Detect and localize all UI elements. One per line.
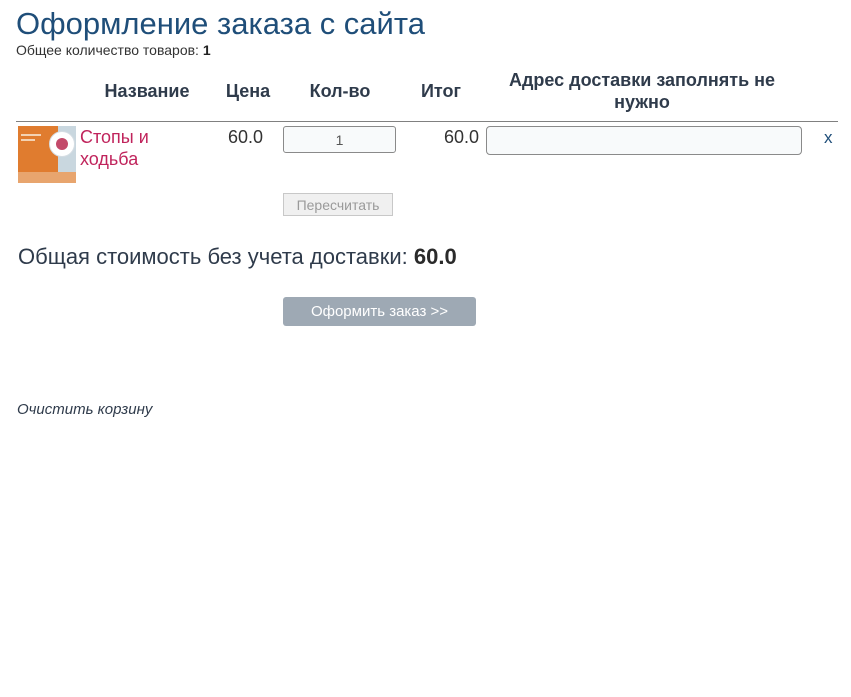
column-header-price: Цена [225, 81, 271, 101]
logo-icon [49, 131, 75, 157]
checkout-button[interactable]: Оформить заказ >> [283, 297, 476, 326]
grand-total-label: Общая стоимость без учета доставки: [18, 244, 408, 269]
total-items-count: Общее количество товаров: 1 [16, 42, 211, 58]
clear-cart-link[interactable]: Очистить корзину [17, 401, 152, 418]
quantity-input[interactable] [283, 126, 396, 153]
product-price: 60.0 [228, 127, 264, 147]
column-header-name: Название [104, 81, 190, 101]
header-divider [16, 121, 838, 122]
column-header-quantity: Кол-во [309, 81, 371, 101]
product-thumbnail[interactable] [18, 126, 76, 183]
line-total: 60.0 [444, 127, 480, 147]
recalculate-button[interactable]: Пересчитать [283, 193, 393, 216]
total-count-value: 1 [202, 42, 211, 58]
product-name-link[interactable]: Стопы и ходьба [80, 126, 180, 170]
column-header-address: Адрес доставки заполнять не нужно [508, 70, 776, 112]
total-count-label: Общее количество товаров: [16, 42, 199, 58]
column-header-total: Итог [420, 81, 461, 101]
delivery-address-input[interactable] [486, 126, 802, 155]
grand-total-value: 60.0 [413, 244, 457, 269]
grand-total: Общая стоимость без учета доставки: 60.0 [18, 244, 457, 270]
page-title: Оформление заказа с сайта [16, 6, 425, 41]
checkout-page: Оформление заказа с сайта Общее количест… [0, 0, 851, 697]
remove-item-button[interactable]: x [824, 128, 833, 148]
